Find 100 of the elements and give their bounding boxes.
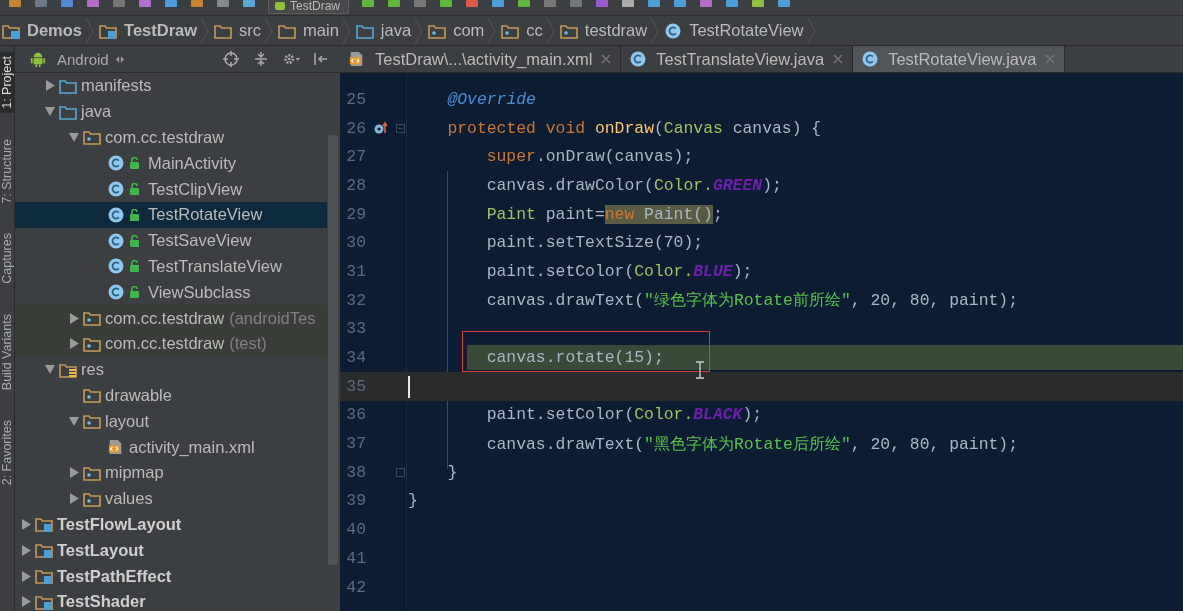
expanded-arrow-icon[interactable]: [45, 106, 55, 118]
editor-tab[interactable]: TestDraw\...\activity_main.xml: [340, 46, 622, 72]
tree-item[interactable]: values: [15, 485, 327, 512]
toolbar-icon[interactable]: [595, 0, 609, 9]
toolbar-icon[interactable]: [138, 0, 152, 9]
tree-item[interactable]: drawable: [15, 382, 327, 409]
toolbar-icon[interactable]: [112, 0, 126, 9]
toolbar-icon[interactable]: [647, 0, 661, 9]
collapsed-arrow-icon[interactable]: [45, 80, 55, 92]
code-line: @Override: [447, 89, 536, 109]
package-icon: [83, 490, 101, 507]
toolbar-icon[interactable]: [387, 0, 401, 9]
tool-window-tab[interactable]: 2: Favorites: [0, 416, 14, 490]
toolbar-icon[interactable]: [34, 0, 48, 9]
toolbar-icon[interactable]: [699, 0, 713, 9]
tree-item[interactable]: TestShader: [15, 588, 327, 611]
tree-item[interactable]: TestFlowLayout: [15, 511, 327, 538]
folder-icon: [59, 77, 77, 94]
breadcrumb[interactable]: java: [353, 21, 415, 40]
collapsed-arrow-icon[interactable]: [69, 467, 79, 479]
toolbar-icon[interactable]: [60, 0, 74, 9]
toolbar-icon[interactable]: [725, 0, 739, 9]
tree-item-label: res: [81, 360, 104, 380]
tree-item[interactable]: activity_main.xml: [15, 434, 327, 460]
breadcrumb[interactable]: main: [276, 21, 342, 40]
breadcrumb-separator-icon: [545, 17, 555, 44]
toolbar-icon[interactable]: [242, 0, 256, 9]
breadcrumb[interactable]: TestRotateView: [662, 21, 807, 40]
toolbar-icon[interactable]: [621, 0, 635, 9]
tree-item[interactable]: res: [15, 356, 327, 383]
collapsed-arrow-icon[interactable]: [21, 518, 31, 530]
line-number: 28: [345, 175, 366, 195]
editor-tab[interactable]: TestRotateView.java: [853, 46, 1066, 72]
expanded-arrow-icon[interactable]: [69, 415, 79, 427]
close-icon[interactable]: [601, 54, 612, 64]
breadcrumb[interactable]: cc: [499, 21, 546, 40]
tool-window-tab[interactable]: Captures: [0, 229, 14, 289]
tree-item[interactable]: mipmap: [15, 459, 327, 486]
tool-window-tab[interactable]: 7: Structure: [0, 134, 14, 208]
tree-item[interactable]: ViewSubclass: [15, 279, 327, 306]
tree-item[interactable]: com.cc.testdraw: [15, 124, 327, 151]
tree-item[interactable]: TestPathEffect: [15, 563, 327, 589]
breadcrumb[interactable]: TestDraw: [97, 21, 201, 40]
tree-item-label: drawable: [105, 385, 172, 405]
tree-item[interactable]: TestRotateView: [15, 202, 327, 228]
collapse-icon[interactable]: [252, 51, 270, 67]
override-marker-icon[interactable]: [374, 121, 388, 136]
tree-item-label: MainActivity: [148, 153, 237, 173]
tree-item[interactable]: TestLayout: [15, 537, 327, 564]
tool-window-tab[interactable]: Build Variants: [0, 310, 14, 395]
toolbar-icon[interactable]: [190, 0, 204, 9]
collapsed-arrow-icon[interactable]: [21, 570, 31, 582]
toolbar-icon[interactable]: [543, 0, 557, 9]
code-line: canvas.drawText("黑色字体为Rotate后所绘", 20, 80, paint);: [486, 433, 1018, 455]
breadcrumb[interactable]: com: [426, 21, 488, 40]
breadcrumb[interactable]: Demos: [0, 21, 86, 40]
toolbar-icon[interactable]: [777, 0, 791, 9]
tree-item[interactable]: java: [15, 98, 327, 125]
toolbar-icon[interactable]: [361, 0, 375, 9]
close-icon[interactable]: [833, 54, 844, 64]
collapsed-arrow-icon[interactable]: [21, 596, 31, 608]
toolbar-icon[interactable]: [439, 0, 453, 9]
locate-icon[interactable]: [222, 51, 240, 67]
breadcrumb[interactable]: src: [212, 21, 265, 40]
settings-icon[interactable]: [282, 51, 300, 67]
hide-panel-icon[interactable]: [312, 51, 330, 67]
run-configuration-dropdown[interactable]: TestDraw: [268, 0, 349, 14]
tree-item-note: (test): [229, 334, 267, 354]
toolbar-icon[interactable]: [465, 0, 479, 9]
toolbar-icon[interactable]: [491, 0, 505, 9]
toolbar-icon[interactable]: [413, 0, 427, 9]
view-selector[interactable]: Android: [57, 50, 109, 68]
toolbar-icon[interactable]: [216, 0, 230, 9]
tree-item[interactable]: com.cc.testdraw (test): [15, 330, 327, 357]
breadcrumb[interactable]: testdraw: [557, 21, 651, 40]
expanded-arrow-icon[interactable]: [69, 132, 79, 143]
toolbar-icon[interactable]: [8, 0, 22, 9]
scrollbar-thumb[interactable]: [328, 135, 338, 565]
toolbar-icon[interactable]: [673, 0, 687, 9]
tree-item[interactable]: TestClipView: [15, 176, 327, 202]
tree-item[interactable]: MainActivity: [15, 150, 327, 177]
tree-item[interactable]: TestSaveView: [15, 227, 327, 254]
toolbar-icon[interactable]: [164, 0, 178, 9]
tree-item[interactable]: layout: [15, 408, 327, 435]
tree-item[interactable]: TestTranslateView: [15, 253, 327, 280]
tree-item-label: TestTranslateView: [148, 256, 282, 276]
line-number: 35: [345, 376, 366, 396]
collapsed-arrow-icon[interactable]: [69, 338, 79, 350]
collapsed-arrow-icon[interactable]: [21, 544, 31, 556]
expanded-arrow-icon[interactable]: [45, 364, 55, 376]
tree-item[interactable]: com.cc.testdraw (androidTes: [15, 305, 327, 331]
toolbar-icon[interactable]: [86, 0, 100, 9]
toolbar-icon[interactable]: [517, 0, 531, 9]
tree-item[interactable]: manifests: [15, 73, 327, 99]
toolbar-icon[interactable]: [751, 0, 765, 9]
toolbar-icon[interactable]: [569, 0, 583, 9]
collapsed-arrow-icon[interactable]: [69, 493, 79, 505]
collapsed-arrow-icon[interactable]: [69, 312, 79, 324]
tool-window-tab[interactable]: 1: Project: [0, 52, 14, 113]
class-icon: [861, 51, 880, 67]
